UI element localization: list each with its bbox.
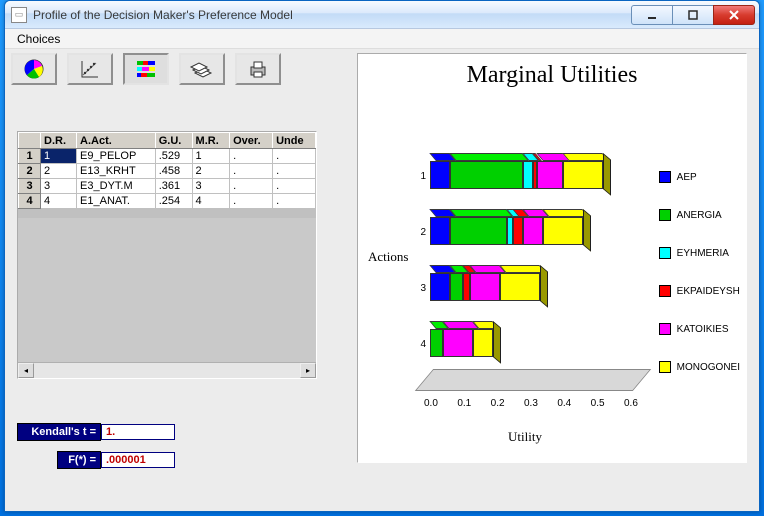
data-grid[interactable]: D.R. A.Act. G.U. M.R. Over. Unde 1 1 E9_… — [17, 131, 317, 379]
scatter-icon — [78, 57, 102, 81]
bar-segment — [523, 161, 533, 189]
stacked-bar-icon — [134, 57, 158, 81]
bar-segment — [450, 161, 523, 189]
bar-segment — [507, 217, 514, 245]
print-icon — [246, 57, 270, 81]
y-axis-label: Actions — [368, 249, 408, 265]
stacked-bar-button[interactable] — [123, 53, 169, 85]
legend-swatch — [659, 323, 671, 335]
y-tick: 1 — [420, 171, 426, 182]
table-row[interactable]: 2 2 E13_KRHT .458 2 . . — [19, 164, 316, 179]
col-mr[interactable]: M.R. — [192, 133, 230, 149]
print-button[interactable] — [235, 53, 281, 85]
toolbar — [11, 53, 281, 85]
bar-segment — [430, 329, 443, 357]
grid-empty-area — [18, 218, 316, 362]
bar-segment — [470, 273, 500, 301]
chart-panel: Marginal Utilities Actions Utility AEP AN… — [357, 53, 747, 463]
x-tick: 0.3 — [524, 398, 538, 409]
window-frame: ▭ Profile of the Decision Maker's Prefer… — [4, 0, 760, 512]
legend-label: KATOIKIES — [677, 324, 729, 335]
x-tick: 0.2 — [491, 398, 505, 409]
legend-item: EYHMERIA — [659, 247, 740, 259]
layers-icon — [189, 57, 215, 81]
legend-label: EKPAIDEYSH — [677, 286, 740, 297]
fstar-value[interactable]: .000001 — [101, 452, 175, 468]
table-row[interactable]: 1 1 E9_PELOP .529 1 . . — [19, 149, 316, 164]
legend-swatch — [659, 171, 671, 183]
y-tick: 2 — [420, 227, 426, 238]
legend-item: ANERGIA — [659, 209, 740, 221]
legend-swatch — [659, 247, 671, 259]
bar-segment — [463, 273, 470, 301]
client-area: D.R. A.Act. G.U. M.R. Over. Unde 1 1 E9_… — [5, 49, 759, 511]
stats-fields: Kendall's t = 1. F(*) = .000001 — [17, 423, 175, 479]
col-dr[interactable]: D.R. — [41, 133, 77, 149]
x-tick: 0.1 — [457, 398, 471, 409]
horizontal-scrollbar[interactable]: ◂ ▸ — [18, 362, 316, 378]
bar-segment — [523, 217, 543, 245]
legend-label: MONOGONEI — [677, 362, 740, 373]
x-tick: 0.0 — [424, 398, 438, 409]
app-icon: ▭ — [11, 7, 27, 23]
y-tick: 3 — [420, 283, 426, 294]
minimize-button[interactable] — [631, 5, 673, 25]
pie-chart-icon — [22, 57, 46, 81]
bar-segment — [450, 273, 463, 301]
chart-legend: AEP ANERGIA EYHMERIA EKPAIDEYSH KATOIKIES MON… — [659, 171, 740, 399]
bar-segment — [473, 329, 493, 357]
col-gu[interactable]: G.U. — [155, 133, 192, 149]
bar-segment — [430, 217, 450, 245]
x-tick: 0.6 — [624, 398, 638, 409]
legend-label: ANERGIA — [677, 210, 722, 221]
maximize-button[interactable] — [672, 5, 714, 25]
col-over[interactable]: Over. — [230, 133, 273, 149]
legend-label: AEP — [677, 172, 697, 183]
chart-plot-area: 12340.00.10.20.30.40.50.6 — [430, 135, 630, 385]
legend-item: MONOGONEI — [659, 361, 740, 373]
kendall-value[interactable]: 1. — [101, 424, 175, 440]
legend-item: EKPAIDEYSH — [659, 285, 740, 297]
menu-bar: Choices — [5, 29, 759, 49]
legend-swatch — [659, 361, 671, 373]
bar-segment — [543, 217, 583, 245]
legend-item: AEP — [659, 171, 740, 183]
x-tick: 0.4 — [557, 398, 571, 409]
title-bar[interactable]: ▭ Profile of the Decision Maker's Prefer… — [5, 1, 759, 29]
table-row[interactable]: 3 3 E3_DYT.M .361 3 . . — [19, 179, 316, 194]
chart-floor — [415, 369, 651, 391]
window-title: Profile of the Decision Maker's Preferen… — [33, 8, 632, 22]
scroll-right-button[interactable]: ▸ — [300, 363, 316, 378]
legend-label: EYHMERIA — [677, 248, 729, 259]
menu-choices[interactable]: Choices — [11, 30, 66, 48]
bar-segment — [500, 273, 540, 301]
col-unde[interactable]: Unde — [273, 133, 316, 149]
table-row[interactable]: 4 4 E1_ANAT. .254 4 . . — [19, 194, 316, 209]
layers-button[interactable] — [179, 53, 225, 85]
pie-chart-button[interactable] — [11, 53, 57, 85]
bar-segment — [563, 161, 603, 189]
x-axis-label: Utility — [508, 429, 542, 445]
fstar-label: F(*) = — [57, 451, 101, 469]
legend-swatch — [659, 285, 671, 297]
col-act[interactable]: A.Act. — [77, 133, 156, 149]
bar-segment — [450, 217, 507, 245]
bar-segment — [443, 329, 473, 357]
x-tick: 0.5 — [591, 398, 605, 409]
bar-segment — [430, 273, 450, 301]
bar-segment — [430, 161, 450, 189]
scatter-button[interactable] — [67, 53, 113, 85]
table-header-row: D.R. A.Act. G.U. M.R. Over. Unde — [19, 133, 316, 149]
kendall-label: Kendall's t = — [17, 423, 101, 441]
bar-segment — [537, 161, 564, 189]
scroll-left-button[interactable]: ◂ — [18, 363, 34, 378]
y-tick: 4 — [420, 339, 426, 350]
chart-title: Marginal Utilities — [358, 62, 746, 89]
legend-swatch — [659, 209, 671, 221]
legend-item: KATOIKIES — [659, 323, 740, 335]
close-button[interactable] — [713, 5, 755, 25]
bar-segment — [513, 217, 523, 245]
